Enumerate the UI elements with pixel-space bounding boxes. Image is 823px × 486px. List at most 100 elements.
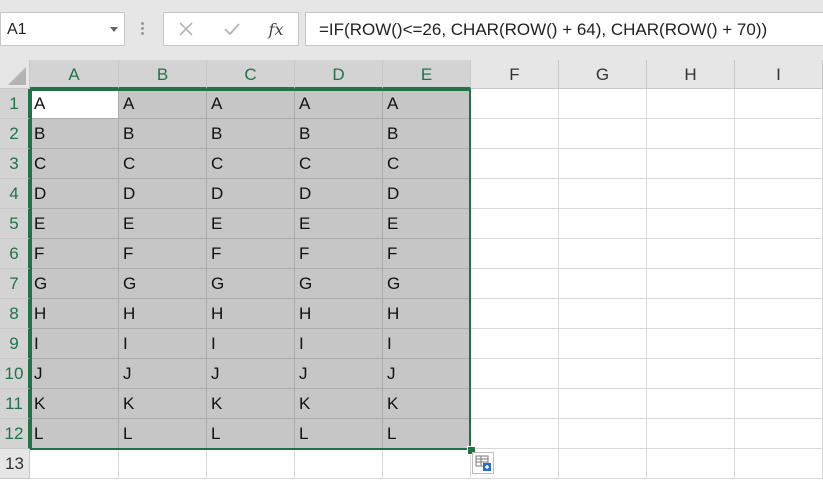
cell-h10[interactable]: [647, 359, 735, 389]
cell-d7[interactable]: G: [295, 269, 383, 299]
cell-a12[interactable]: L: [30, 419, 119, 449]
cell-b1[interactable]: A: [119, 89, 207, 119]
cell-d1[interactable]: A: [295, 89, 383, 119]
cell-g4[interactable]: [559, 179, 647, 209]
cell-e6[interactable]: F: [383, 239, 471, 269]
cell-c11[interactable]: K: [207, 389, 295, 419]
cell-c8[interactable]: H: [207, 299, 295, 329]
cell-c13[interactable]: [207, 449, 295, 479]
cell-c12[interactable]: L: [207, 419, 295, 449]
cell-i11[interactable]: [735, 389, 823, 419]
cell-c4[interactable]: D: [207, 179, 295, 209]
cell-a1[interactable]: A: [30, 89, 119, 119]
cell-h8[interactable]: [647, 299, 735, 329]
cell-i8[interactable]: [735, 299, 823, 329]
cell-g8[interactable]: [559, 299, 647, 329]
row-header-13[interactable]: 13: [0, 449, 30, 479]
cell-b3[interactable]: C: [119, 149, 207, 179]
cell-a3[interactable]: C: [30, 149, 119, 179]
column-header-b[interactable]: B: [119, 60, 207, 89]
cell-d12[interactable]: L: [295, 419, 383, 449]
cell-g2[interactable]: [559, 119, 647, 149]
cell-e3[interactable]: C: [383, 149, 471, 179]
cell-g5[interactable]: [559, 209, 647, 239]
cell-d11[interactable]: K: [295, 389, 383, 419]
cell-e5[interactable]: E: [383, 209, 471, 239]
cell-a11[interactable]: K: [30, 389, 119, 419]
cell-g3[interactable]: [559, 149, 647, 179]
cell-b11[interactable]: K: [119, 389, 207, 419]
cell-e2[interactable]: B: [383, 119, 471, 149]
cell-d4[interactable]: D: [295, 179, 383, 209]
cell-f11[interactable]: [471, 389, 559, 419]
row-header-7[interactable]: 7: [0, 269, 30, 299]
cell-e11[interactable]: K: [383, 389, 471, 419]
cell-a9[interactable]: I: [30, 329, 119, 359]
cell-i10[interactable]: [735, 359, 823, 389]
cell-e4[interactable]: D: [383, 179, 471, 209]
cell-f12[interactable]: [471, 419, 559, 449]
cell-b10[interactable]: J: [119, 359, 207, 389]
cell-i5[interactable]: [735, 209, 823, 239]
check-icon[interactable]: [220, 17, 244, 41]
column-header-d[interactable]: D: [295, 60, 383, 89]
cell-h1[interactable]: [647, 89, 735, 119]
column-header-i[interactable]: I: [735, 60, 823, 89]
cell-c3[interactable]: C: [207, 149, 295, 179]
cell-i2[interactable]: [735, 119, 823, 149]
cell-i12[interactable]: [735, 419, 823, 449]
cell-a13[interactable]: [30, 449, 119, 479]
cell-e13[interactable]: [383, 449, 471, 479]
cell-f6[interactable]: [471, 239, 559, 269]
quick-analysis-icon[interactable]: [472, 452, 494, 474]
cell-b2[interactable]: B: [119, 119, 207, 149]
cell-d10[interactable]: J: [295, 359, 383, 389]
row-header-10[interactable]: 10: [0, 359, 30, 389]
cell-h7[interactable]: [647, 269, 735, 299]
cell-d5[interactable]: E: [295, 209, 383, 239]
cell-b9[interactable]: I: [119, 329, 207, 359]
cell-e7[interactable]: G: [383, 269, 471, 299]
formula-input[interactable]: =IF(ROW()<=26, CHAR(ROW() + 64), CHAR(RO…: [305, 12, 823, 46]
cell-b13[interactable]: [119, 449, 207, 479]
insert-function-button[interactable]: fx: [264, 17, 288, 41]
cell-a6[interactable]: F: [30, 239, 119, 269]
cell-f5[interactable]: [471, 209, 559, 239]
row-header-2[interactable]: 2: [0, 119, 30, 149]
cell-f8[interactable]: [471, 299, 559, 329]
cell-g11[interactable]: [559, 389, 647, 419]
cell-i4[interactable]: [735, 179, 823, 209]
cell-i1[interactable]: [735, 89, 823, 119]
cell-i13[interactable]: [735, 449, 823, 479]
cell-f9[interactable]: [471, 329, 559, 359]
cell-c10[interactable]: J: [207, 359, 295, 389]
cell-h4[interactable]: [647, 179, 735, 209]
row-header-9[interactable]: 9: [0, 329, 30, 359]
cell-b8[interactable]: H: [119, 299, 207, 329]
cell-h2[interactable]: [647, 119, 735, 149]
cell-a8[interactable]: H: [30, 299, 119, 329]
cell-i6[interactable]: [735, 239, 823, 269]
row-header-3[interactable]: 3: [0, 149, 30, 179]
cell-g10[interactable]: [559, 359, 647, 389]
chevron-down-icon[interactable]: [110, 27, 118, 32]
cell-a4[interactable]: D: [30, 179, 119, 209]
cell-h9[interactable]: [647, 329, 735, 359]
close-icon[interactable]: [174, 17, 198, 41]
cell-f2[interactable]: [471, 119, 559, 149]
cell-a2[interactable]: B: [30, 119, 119, 149]
row-header-5[interactable]: 5: [0, 209, 30, 239]
cell-b4[interactable]: D: [119, 179, 207, 209]
cell-h12[interactable]: [647, 419, 735, 449]
name-box[interactable]: A1: [0, 12, 125, 46]
row-header-6[interactable]: 6: [0, 239, 30, 269]
cell-g9[interactable]: [559, 329, 647, 359]
formula-bar-grip-icon[interactable]: [141, 22, 144, 36]
cell-b12[interactable]: L: [119, 419, 207, 449]
cell-b7[interactable]: G: [119, 269, 207, 299]
cell-d13[interactable]: [295, 449, 383, 479]
column-header-e[interactable]: E: [383, 60, 471, 89]
cell-f4[interactable]: [471, 179, 559, 209]
cell-c5[interactable]: E: [207, 209, 295, 239]
cell-g13[interactable]: [559, 449, 647, 479]
